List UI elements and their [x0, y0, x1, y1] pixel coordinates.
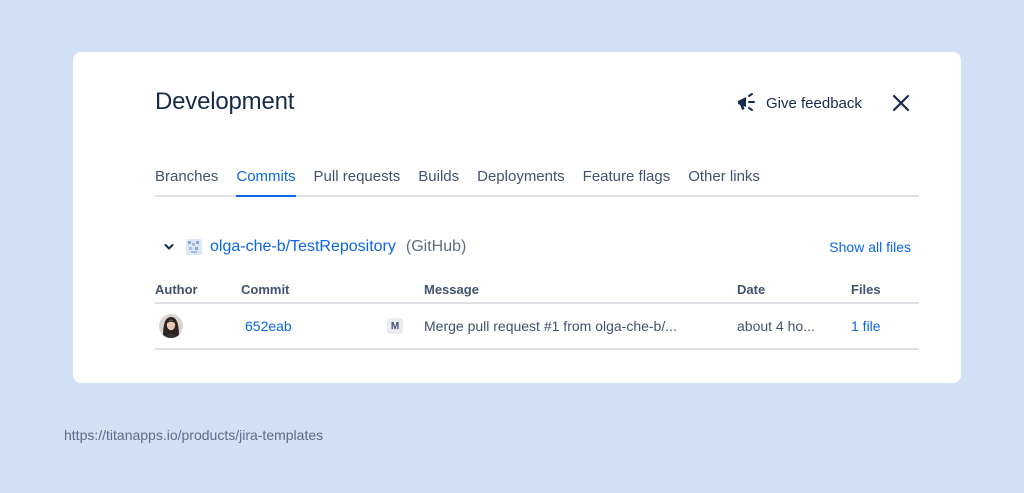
tab-deployments[interactable]: Deployments [477, 168, 565, 195]
merge-badge-cell: M [387, 304, 403, 348]
column-commit: Commit [241, 282, 290, 297]
give-feedback-label: Give feedback [766, 94, 862, 112]
repository-header: olga-che-b/TestRepository (GitHub) Show … [163, 236, 911, 258]
give-feedback-button[interactable]: Give feedback [736, 92, 862, 114]
source-url: https://titanapps.io/products/jira-templ… [64, 427, 324, 443]
close-icon [892, 94, 910, 112]
tab-pull-requests[interactable]: Pull requests [314, 168, 401, 195]
tab-builds[interactable]: Builds [418, 168, 459, 195]
table-row: 652eab M Merge pull request #1 from olga… [155, 304, 919, 350]
tab-feature-flags[interactable]: Feature flags [583, 168, 671, 195]
tab-branches[interactable]: Branches [155, 168, 218, 195]
avatar[interactable] [159, 314, 183, 338]
column-author: Author [155, 282, 198, 297]
column-message: Message [424, 282, 479, 297]
commit-hash-link[interactable]: 652eab [245, 304, 292, 348]
megaphone-icon [736, 93, 758, 113]
column-files: Files [851, 282, 881, 297]
table-header: Author Commit Message Date Files [155, 280, 919, 304]
development-panel: Development Give feedback Branches Commi… [73, 52, 961, 383]
files-link[interactable]: 1 file [851, 304, 881, 348]
commits-table: Author Commit Message Date Files 652eab [155, 280, 919, 350]
merge-badge: M [387, 318, 403, 334]
tab-other-links[interactable]: Other links [688, 168, 760, 195]
tab-commits[interactable]: Commits [236, 168, 296, 197]
column-date: Date [737, 282, 766, 297]
show-all-files-link[interactable]: Show all files [829, 239, 911, 255]
tab-bar: Branches Commits Pull requests Builds De… [155, 168, 919, 197]
repository-source: (GitHub) [405, 238, 467, 255]
repository-link[interactable]: olga-che-b/TestRepository [210, 238, 396, 256]
author-cell [159, 304, 183, 348]
commit-date: about 4 ho... [737, 318, 815, 334]
commit-message: Merge pull request #1 from olga-che-b/..… [424, 318, 677, 334]
chevron-down-icon[interactable] [163, 241, 175, 253]
close-button[interactable] [890, 92, 912, 114]
repository-icon [186, 239, 202, 255]
page-title: Development [155, 88, 295, 115]
